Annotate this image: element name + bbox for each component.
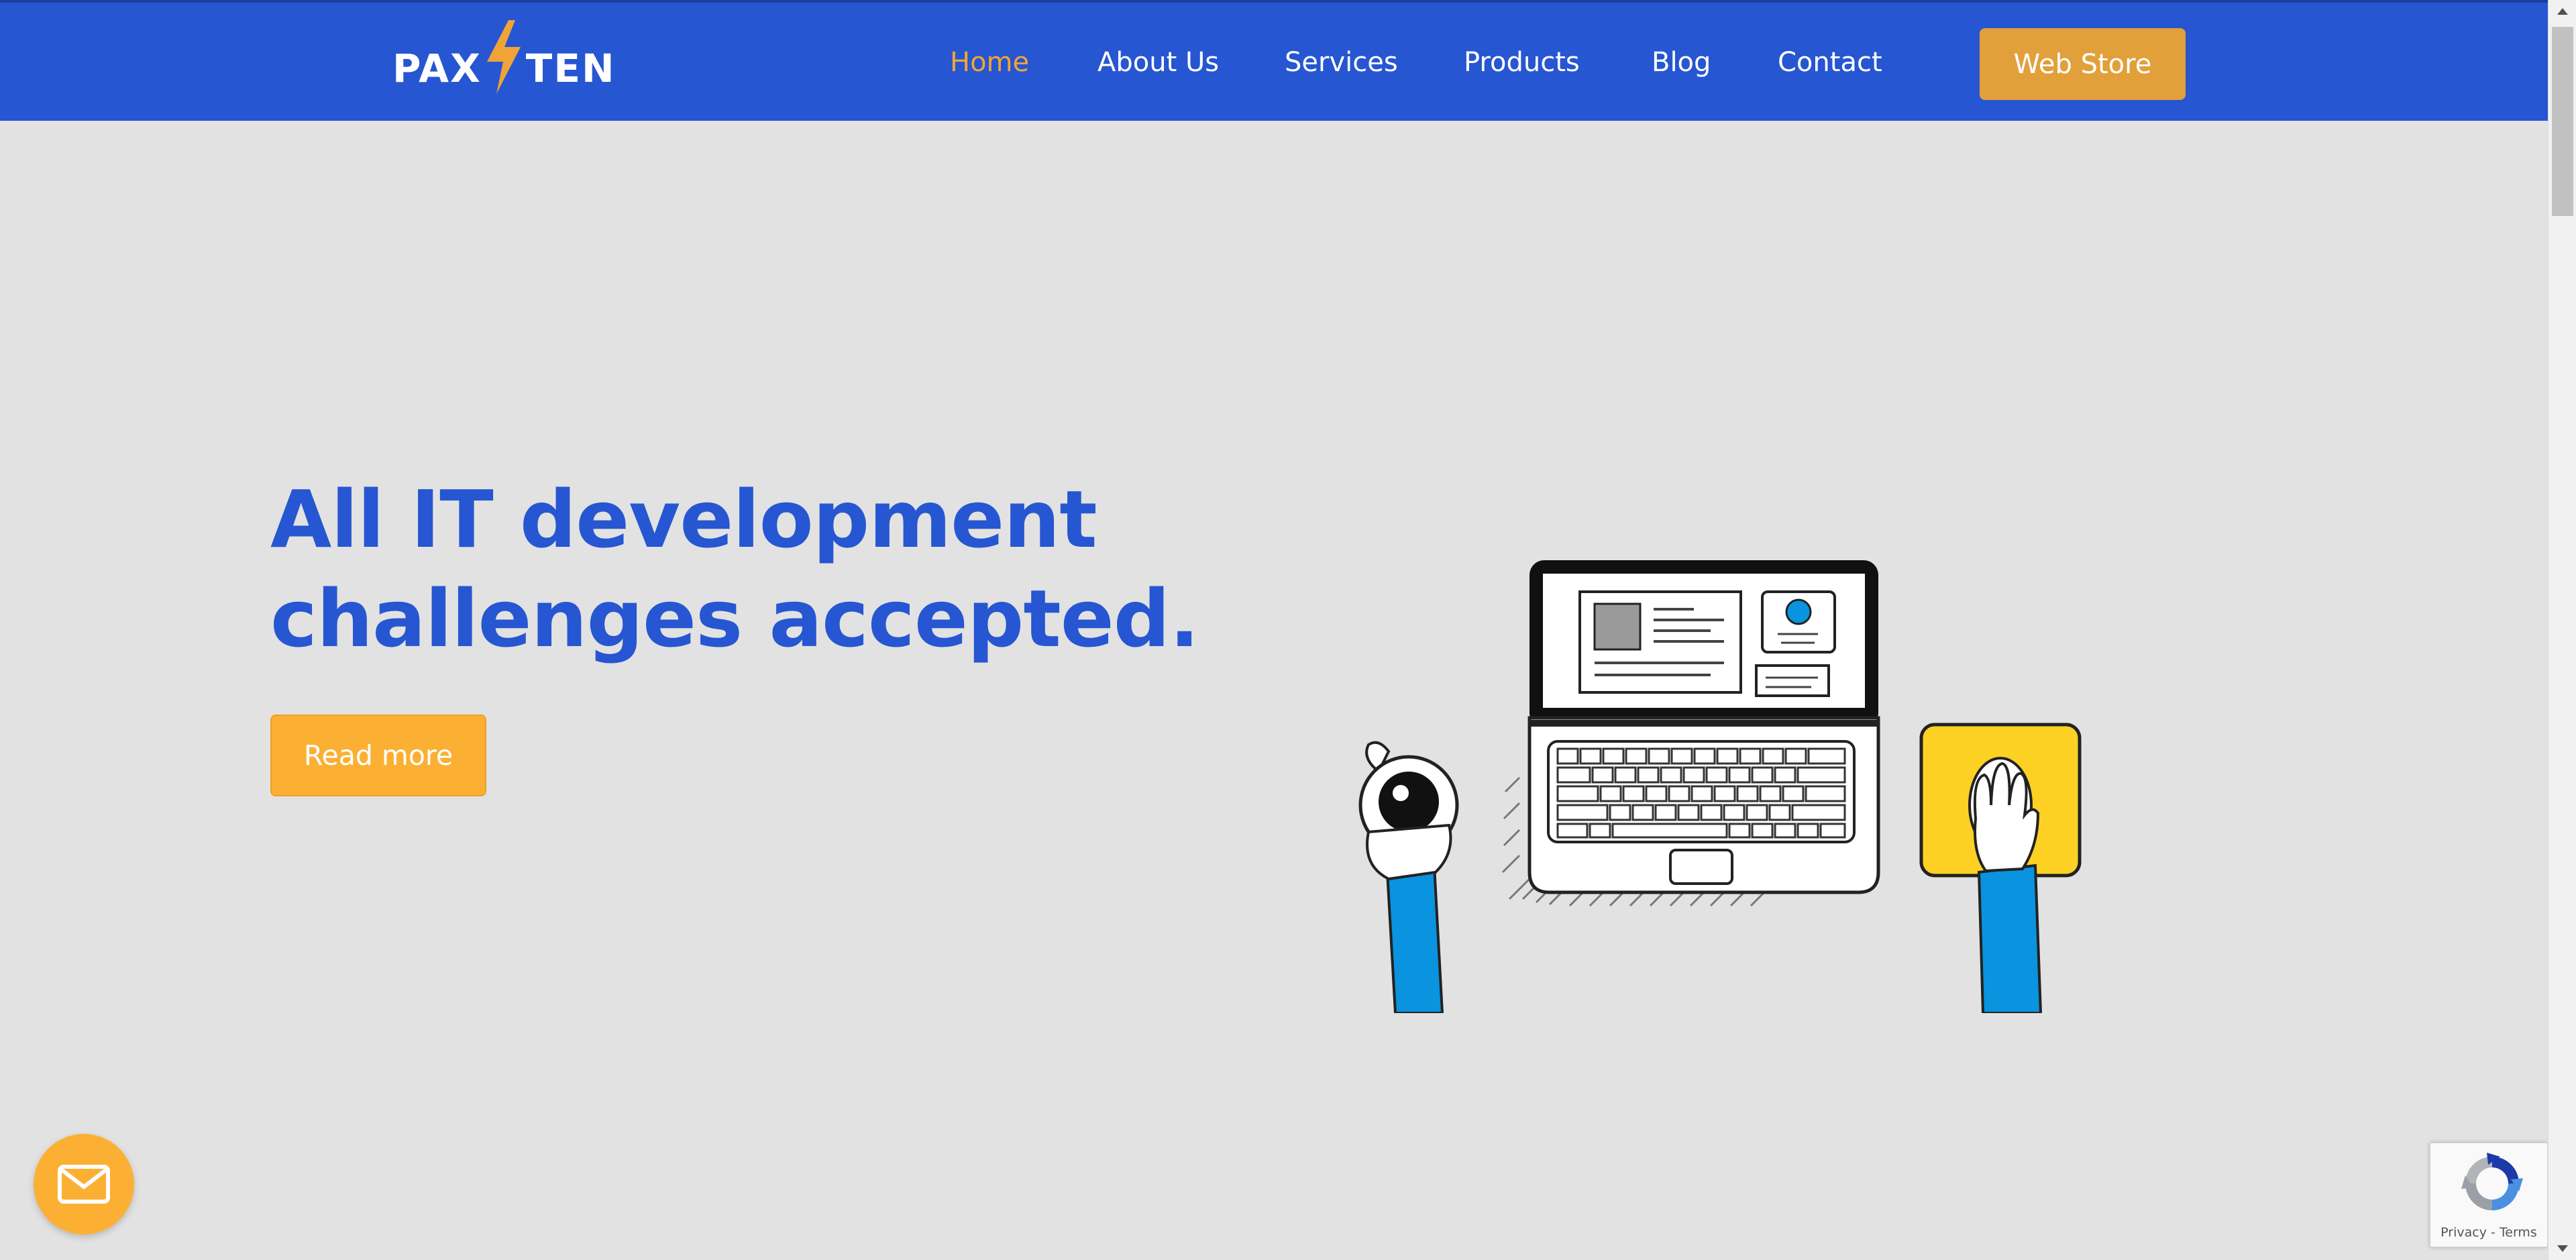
read-more-button[interactable]: Read more [270, 715, 486, 796]
hero-title-line-1: All IT development [270, 473, 1097, 566]
top-navbar: PAX TEN Home About Us Services Products … [0, 0, 2548, 121]
lightning-bolt-icon [486, 20, 521, 94]
hero-title: All IT development challenges accepted. [270, 470, 1277, 668]
coffee-icon [1379, 772, 1439, 832]
right-arm [1977, 863, 2043, 1013]
site-logo[interactable]: PAX TEN [392, 20, 616, 94]
recaptcha-badge[interactable]: Privacy - Terms [2430, 1143, 2548, 1247]
left-arm [1385, 863, 1444, 1013]
nav-item-blog[interactable]: Blog [1652, 47, 1711, 78]
scroll-down-arrow[interactable] [2548, 1237, 2576, 1260]
logo-text-right: TEN [525, 46, 616, 91]
chevron-up-icon [2557, 8, 2568, 15]
mail-icon [58, 1165, 110, 1204]
left-hand [1366, 823, 1452, 881]
screen-image-placeholder [1593, 602, 1642, 651]
scrollbar-thumb[interactable] [2552, 27, 2573, 216]
vertical-scrollbar[interactable] [2548, 0, 2576, 1260]
laptop-trackpad [1669, 849, 1733, 885]
hero-title-line-2: challenges accepted. [270, 572, 1199, 665]
keyboard-keys [1556, 747, 1846, 839]
recaptcha-links[interactable]: Privacy - Terms [2430, 1225, 2547, 1240]
nav-item-contact[interactable]: Contact [1778, 47, 1882, 78]
scroll-up-arrow[interactable] [2548, 0, 2576, 23]
mail-button[interactable] [34, 1134, 134, 1235]
recaptcha-icon [2461, 1153, 2523, 1210]
nav-item-home[interactable]: Home [950, 47, 1029, 78]
screen-profile-avatar [1785, 598, 1812, 625]
nav-item-products[interactable]: Products [1464, 47, 1580, 78]
screen-card-small [1755, 664, 1830, 697]
laptop-desk-illustration-icon [1358, 560, 2082, 1013]
nav-item-services[interactable]: Services [1285, 47, 1398, 78]
nav-item-about-us[interactable]: About Us [1097, 47, 1219, 78]
logo-text-left: PAX [392, 46, 482, 91]
chevron-down-icon [2557, 1245, 2568, 1252]
page: PAX TEN Home About Us Services Products … [0, 0, 2576, 1260]
web-store-button[interactable]: Web Store [1980, 28, 2186, 100]
